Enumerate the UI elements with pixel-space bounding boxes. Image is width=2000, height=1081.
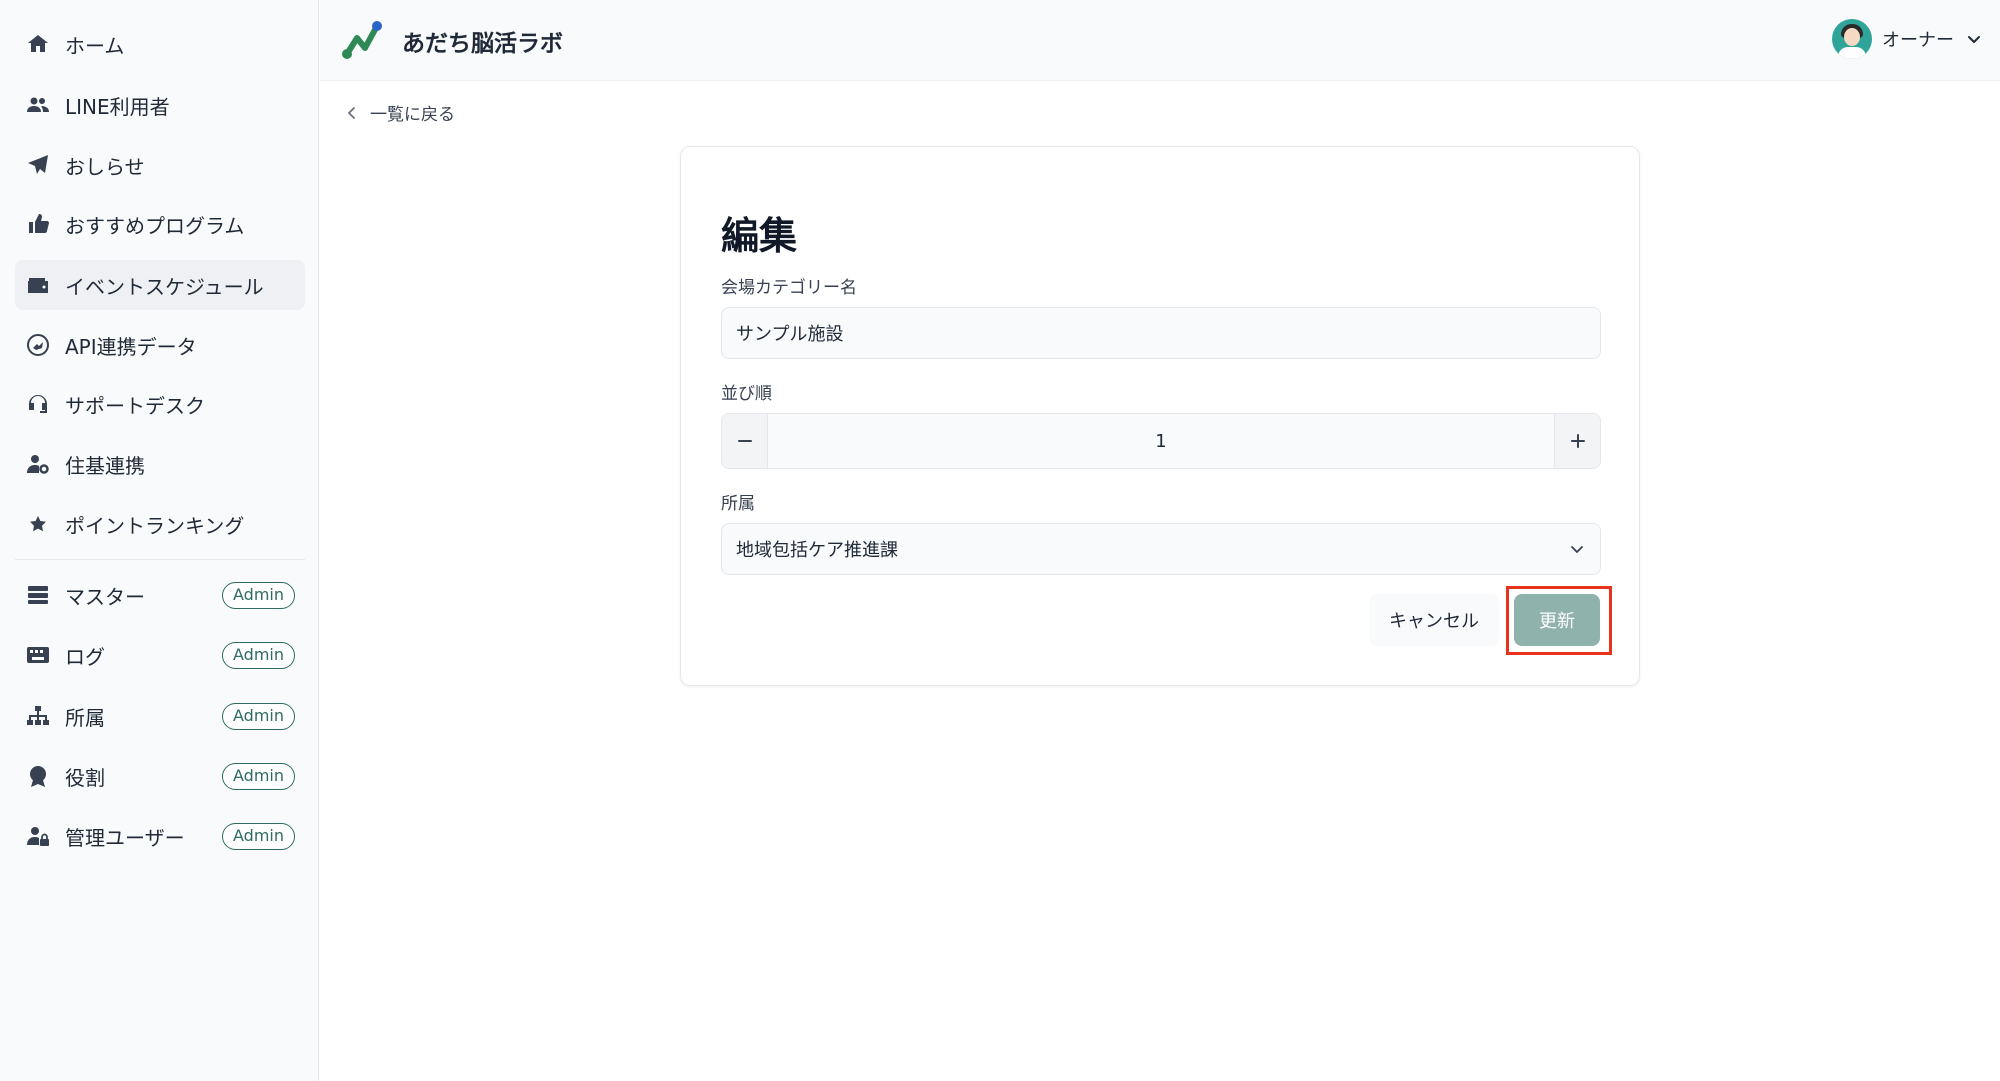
sidebar-item-label: マスター — [65, 584, 145, 609]
sidebar-item-label: おしらせ — [65, 154, 145, 179]
sidebar-item-notices[interactable]: おしらせ — [15, 140, 305, 190]
order-input[interactable]: 1 — [768, 414, 1554, 468]
sidebar-item-log[interactable]: ログ Admin — [15, 630, 305, 680]
increment-button[interactable] — [1554, 414, 1600, 468]
affiliation-select[interactable]: 地域包括ケア推進課 — [721, 523, 1601, 575]
headset-icon — [25, 391, 51, 417]
affiliation-label: 所属 — [721, 494, 755, 514]
user-lock-icon — [25, 823, 51, 849]
app-logo-icon — [342, 21, 382, 59]
decrement-button[interactable] — [722, 414, 768, 468]
sidebar-item-label: API連携データ — [65, 334, 197, 359]
back-to-list-link[interactable]: 一覧に戻る — [344, 100, 455, 125]
venue-category-input[interactable]: サンプル施設 — [721, 307, 1601, 359]
venue-category-label: 会場カテゴリー名 — [721, 278, 857, 298]
sidebar-item-label: おすすめプログラム — [65, 213, 245, 238]
star-icon — [25, 511, 51, 537]
avatar — [1832, 19, 1872, 59]
sidebar-item-label: LINE利用者 — [65, 94, 170, 119]
sidebar-item-resident-registry[interactable]: 住基連携 — [15, 439, 305, 489]
sidebar-item-point-ranking[interactable]: ポイントランキング — [15, 499, 305, 549]
order-label: 並び順 — [721, 384, 772, 404]
admin-badge: Admin — [222, 582, 295, 609]
plus-icon — [1570, 434, 1585, 448]
sidebar: ホーム LINE利用者 おしらせ おすすめプログラム イベントスケジュール AP… — [0, 0, 319, 1081]
sidebar-item-roles[interactable]: 役割 Admin — [15, 751, 305, 801]
sidebar-item-line-users[interactable]: LINE利用者 — [15, 80, 305, 130]
minus-icon — [737, 440, 752, 442]
app-title: あだち脳活ラボ — [402, 31, 563, 57]
cancel-button[interactable]: キャンセル — [1369, 594, 1499, 646]
user-gear-icon — [25, 451, 51, 477]
update-button[interactable]: 更新 — [1514, 594, 1600, 646]
sidebar-item-label: ログ — [65, 644, 105, 669]
user-menu[interactable]: オーナー — [1832, 19, 1982, 59]
sitemap-icon — [25, 703, 51, 729]
sidebar-divider — [15, 559, 305, 560]
back-link-label: 一覧に戻る — [370, 105, 455, 125]
order-stepper: 1 — [721, 413, 1601, 469]
sidebar-item-home[interactable]: ホーム — [15, 19, 305, 69]
chevron-down-icon — [1968, 36, 1980, 43]
sidebar-item-label: イベントスケジュール — [65, 274, 264, 299]
sidebar-item-support-desk[interactable]: サポートデスク — [15, 379, 305, 429]
sidebar-item-affiliation[interactable]: 所属 Admin — [15, 691, 305, 741]
server-icon — [25, 582, 51, 608]
award-icon — [25, 763, 51, 789]
page-title: 編集 — [721, 214, 798, 258]
wallet-icon — [25, 272, 51, 298]
paper-plane-icon — [25, 152, 51, 178]
edit-form-card: 編集 会場カテゴリー名 サンプル施設 並び順 1 所属 地域包括ケア推進課 キャ… — [680, 146, 1640, 686]
sidebar-item-api-data[interactable]: API連携データ — [15, 320, 305, 370]
sidebar-item-recommended-programs[interactable]: おすすめプログラム — [15, 199, 305, 249]
sidebar-item-label: ホーム — [65, 33, 125, 58]
admin-badge: Admin — [222, 763, 295, 790]
top-header: あだち脳活ラボ オーナー — [320, 0, 2000, 81]
users-icon — [25, 92, 51, 118]
chevron-left-icon — [348, 106, 355, 119]
sidebar-item-label: サポートデスク — [65, 393, 205, 418]
admin-badge: Admin — [222, 823, 295, 850]
api-icon — [25, 332, 51, 358]
sidebar-item-master[interactable]: マスター Admin — [15, 570, 305, 620]
user-name: オーナー — [1882, 30, 1954, 51]
admin-badge: Admin — [222, 703, 295, 730]
sidebar-item-admin-users[interactable]: 管理ユーザー Admin — [15, 811, 305, 861]
sidebar-item-label: 所属 — [65, 705, 105, 730]
sidebar-item-label: ポイントランキング — [65, 513, 245, 538]
sidebar-item-label: 役割 — [65, 765, 105, 790]
admin-badge: Admin — [222, 642, 295, 669]
home-icon — [25, 31, 51, 57]
affiliation-selected-value: 地域包括ケア推進課 — [736, 540, 898, 561]
sidebar-item-label: 管理ユーザー — [65, 825, 185, 850]
thumbs-up-icon — [25, 211, 51, 237]
chevron-down-icon — [1571, 546, 1583, 553]
sidebar-item-label: 住基連携 — [65, 453, 145, 478]
sidebar-item-event-schedule[interactable]: イベントスケジュール — [15, 260, 305, 310]
keyboard-icon — [25, 642, 51, 668]
